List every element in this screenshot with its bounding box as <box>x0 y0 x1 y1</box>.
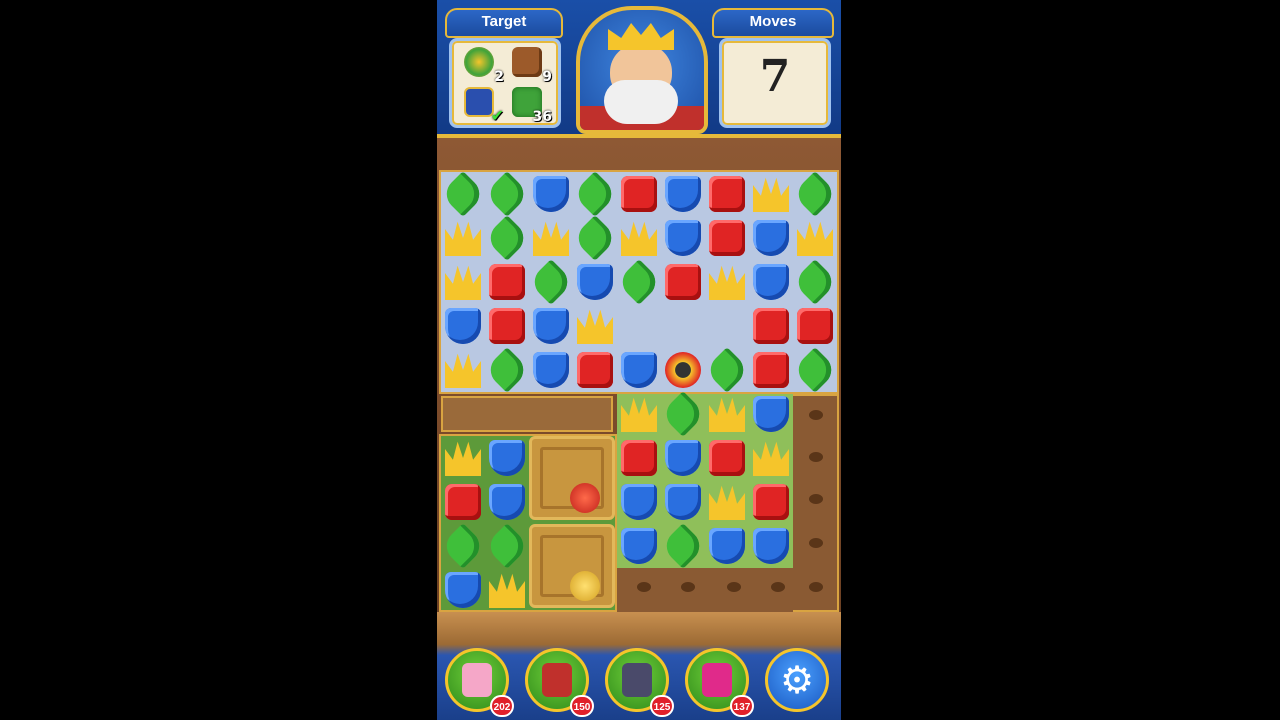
jester-hat-icon <box>702 663 732 697</box>
tile-r0c4-box-piece[interactable] <box>621 176 657 212</box>
cannon-booster-button[interactable]: 125 <box>605 648 674 717</box>
left-r0c1-shield-piece[interactable] <box>489 440 525 476</box>
dirt-spot <box>809 494 823 504</box>
dirt-spot <box>809 452 823 462</box>
mid-r0c3-shield-piece[interactable] <box>753 396 789 432</box>
tile-r4c3-box-piece[interactable] <box>577 352 613 388</box>
goal-grass-count: 36 <box>532 109 552 125</box>
target-title: Target <box>445 8 563 38</box>
goal-wood: 9 <box>508 45 552 85</box>
tile-r2c7-shield-piece[interactable] <box>753 264 789 300</box>
goal-grass: 36 <box>508 85 552 125</box>
crown-icon <box>608 23 674 50</box>
tile-r0c6-box-piece[interactable] <box>709 176 745 212</box>
wooden-shelf <box>441 396 613 432</box>
dirt-spot <box>809 410 823 420</box>
cannon-booster-count: 125 <box>650 695 674 717</box>
cannon-icon <box>622 663 652 697</box>
tile-r4c4-shield-piece[interactable] <box>621 352 657 388</box>
arrow-booster-button[interactable]: 150 <box>525 648 594 717</box>
wood-block-icon <box>512 47 542 77</box>
goal-potion-count: 2 <box>494 69 504 85</box>
tile-r1c6-box-piece[interactable] <box>709 220 745 256</box>
avatar-beard <box>604 80 678 124</box>
moves-counter: 7 <box>759 51 791 102</box>
target-panel: 2 9 ✔ 36 <box>449 38 561 128</box>
mid-r3c0-shield-piece[interactable] <box>621 528 657 564</box>
gear-icon: ⚙ <box>779 658 815 702</box>
dirt-spot <box>809 538 823 548</box>
tile-r4c5-cannon-piece[interactable] <box>665 352 701 388</box>
game-header: Target 2 9 ✔ 36 Moves 7 <box>437 0 841 138</box>
hammer-booster-count: 202 <box>490 695 514 717</box>
tile-r3c1-box-piece[interactable] <box>489 308 525 344</box>
moves-title: Moves <box>712 8 834 38</box>
yellow-potion-icon <box>570 571 600 601</box>
tile-r2c3-shield-piece[interactable] <box>577 264 613 300</box>
tile-r3c7-box-piece[interactable] <box>753 308 789 344</box>
checkmark-icon: ✔ <box>490 106 504 125</box>
game-screen: Target 2 9 ✔ 36 Moves 7 202 150 125 137 … <box>437 0 841 720</box>
goal-wood-count: 9 <box>542 69 552 85</box>
dirt-spot <box>809 582 823 592</box>
jester-booster-button[interactable]: 137 <box>685 648 754 717</box>
dirt-spot <box>727 582 741 592</box>
moves-panel: 7 <box>719 38 831 128</box>
mid-r3c3-shield-piece[interactable] <box>753 528 789 564</box>
tile-r1c7-shield-piece[interactable] <box>753 220 789 256</box>
tile-r2c5-box-piece[interactable] <box>665 264 701 300</box>
left-r1c1-shield-piece[interactable] <box>489 484 525 520</box>
red-potion-icon <box>570 483 600 513</box>
goal-tv-box: ✔ <box>460 85 504 125</box>
tile-r3c2-shield-piece[interactable] <box>533 308 569 344</box>
wooden-crate-1 <box>529 436 615 520</box>
tv-box-icon <box>464 87 494 117</box>
left-r1c0-box-piece[interactable] <box>445 484 481 520</box>
mid-r2c3-box-piece[interactable] <box>753 484 789 520</box>
settings-button[interactable]: ⚙ <box>765 648 829 712</box>
dirt-spot <box>771 582 785 592</box>
arrow-booster-count: 150 <box>570 695 594 717</box>
king-avatar <box>576 6 708 134</box>
arrow-icon <box>542 663 572 697</box>
mid-r2c0-shield-piece[interactable] <box>621 484 657 520</box>
tile-r1c5-shield-piece[interactable] <box>665 220 701 256</box>
left-r3c0-shield-piece[interactable] <box>445 572 481 608</box>
tile-r4c2-shield-piece[interactable] <box>533 352 569 388</box>
tile-r0c5-shield-piece[interactable] <box>665 176 701 212</box>
hammer-icon <box>462 663 492 697</box>
dirt-spot <box>681 582 695 592</box>
tile-r3c0-shield-piece[interactable] <box>445 308 481 344</box>
tile-r0c2-shield-piece[interactable] <box>533 176 569 212</box>
mid-r3c2-shield-piece[interactable] <box>709 528 745 564</box>
goal-potion: 2 <box>460 45 504 85</box>
mid-r2c1-shield-piece[interactable] <box>665 484 701 520</box>
wooden-crate-2 <box>529 524 615 608</box>
mid-r1c2-box-piece[interactable] <box>709 440 745 476</box>
potion-jar-icon <box>464 47 494 77</box>
hammer-booster-button[interactable]: 202 <box>445 648 514 717</box>
mid-r1c0-box-piece[interactable] <box>621 440 657 476</box>
mid-r1c1-shield-piece[interactable] <box>665 440 701 476</box>
tile-r4c7-box-piece[interactable] <box>753 352 789 388</box>
tile-r2c1-box-piece[interactable] <box>489 264 525 300</box>
dirt-spot <box>637 582 651 592</box>
jester-booster-count: 137 <box>730 695 754 717</box>
tile-r3c8-box-piece[interactable] <box>797 308 833 344</box>
